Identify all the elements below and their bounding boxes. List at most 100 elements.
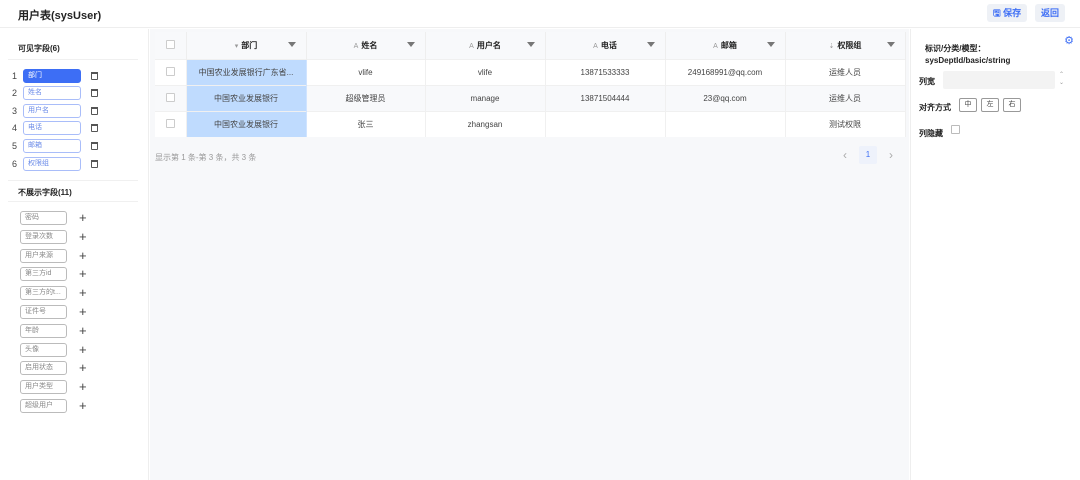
table-row: 中国农业发展银行 张三 zhangsan 测试权限 [155, 110, 906, 137]
table-cell[interactable]: 249168991@qq.com [665, 58, 786, 85]
field-tag[interactable]: 电话 [23, 121, 81, 136]
save-button[interactable]: 🖫 保存 [987, 4, 1028, 22]
visible-field-item[interactable]: 2 姓名 [12, 86, 98, 101]
field-tag[interactable]: 邮箱 [23, 138, 81, 153]
align-label: 对齐方式 [919, 103, 951, 112]
plus-icon[interactable]: + [79, 286, 87, 300]
table-cell[interactable] [665, 110, 786, 137]
trash-icon[interactable] [91, 71, 98, 80]
dropdown-icon[interactable] [886, 42, 895, 47]
column-header[interactable]: A 电话 [545, 32, 666, 59]
plus-icon[interactable]: + [79, 248, 87, 263]
trash-icon[interactable] [91, 89, 98, 98]
width-label: 列宽 [919, 77, 935, 86]
plus-icon[interactable]: + [79, 211, 87, 225]
table-cell[interactable]: 张三 [306, 110, 426, 137]
table-row: 中国农业发展银行 超级管理员 manage 13871504444 23@qq.com 运… [155, 84, 906, 111]
field-tag[interactable]: 部门 [23, 68, 81, 83]
dropdown-icon[interactable] [406, 42, 415, 47]
row-checkbox[interactable] [155, 58, 187, 85]
plus-icon[interactable]: + [79, 361, 87, 375]
field-tag[interactable]: 用户来源 [20, 248, 67, 263]
field-tag[interactable]: 登录次数 [20, 229, 67, 244]
column-header[interactable]: A 邮箱 [665, 32, 786, 59]
select-all-checkbox[interactable] [155, 32, 187, 59]
column-header[interactable]: ⇣ 权限组 [785, 32, 906, 59]
visible-field-item[interactable]: 1 部门 [12, 68, 98, 83]
gear-icon[interactable]: ⚙ [1064, 34, 1074, 47]
table-cell[interactable] [545, 110, 666, 137]
plus-icon[interactable]: + [79, 399, 87, 413]
plus-icon[interactable]: + [79, 267, 87, 281]
field-tag[interactable]: 超级用户 [20, 399, 67, 413]
plus-icon[interactable]: + [79, 229, 87, 244]
field-tag[interactable]: 年龄 [20, 323, 67, 338]
column-header[interactable]: A 用户名 [425, 32, 546, 59]
table-cell[interactable]: 运维人员 [785, 84, 906, 111]
table-cell[interactable]: 测试权限 [785, 110, 906, 137]
next-page-icon[interactable]: › [885, 148, 897, 162]
dropdown-icon[interactable] [287, 42, 296, 47]
dropdown-icon[interactable] [646, 42, 655, 47]
table-cell[interactable]: vlife [306, 58, 426, 85]
type-icon: A [353, 42, 359, 50]
table-cell[interactable]: 运维人员 [785, 58, 906, 85]
row-checkbox[interactable] [155, 110, 187, 137]
field-tag[interactable]: 用户名 [23, 103, 81, 118]
page-title: 用户表(sysUser) [18, 10, 102, 22]
dropdown-icon[interactable] [526, 42, 535, 47]
table-cell[interactable]: 超级管理员 [306, 84, 426, 111]
prev-page-icon[interactable]: ‹ [839, 148, 851, 162]
table-cell[interactable]: vlife [425, 58, 546, 85]
pagination-info: 显示第 1 条-第 3 条，共 3 条 [155, 153, 257, 162]
table-row: 中国农业发展银行广东省... vlife vlife 13871533333 24916… [155, 58, 906, 85]
table-cell[interactable]: manage [425, 84, 546, 111]
hidden-field-item: 用户类型 + [20, 380, 87, 395]
table-cell[interactable]: 13871504444 [545, 84, 666, 111]
field-tag[interactable]: 证件号 [20, 305, 67, 319]
table-cell[interactable]: 中国农业发展银行 [186, 110, 307, 137]
width-input[interactable] [943, 71, 1055, 89]
align-center-button[interactable]: 中 [959, 98, 977, 112]
plus-icon[interactable]: + [79, 323, 87, 338]
table-cell[interactable]: 中国农业发展银行广东省... [186, 58, 307, 85]
align-right-button[interactable]: 右 [1003, 98, 1021, 112]
hide-column-checkbox[interactable] [951, 125, 960, 134]
field-tag[interactable]: 密码 [20, 211, 67, 225]
field-tag[interactable]: 启用状态 [20, 361, 67, 376]
align-left-button[interactable]: 左 [981, 98, 999, 112]
type-icon: A [593, 42, 598, 50]
visible-field-item[interactable]: 3 用户名 [12, 103, 98, 118]
dropdown-icon[interactable] [766, 42, 775, 47]
column-header[interactable]: ▾ 部门 [186, 32, 307, 59]
table-cell[interactable]: 13871533333 [545, 58, 666, 85]
visible-field-item[interactable]: 5 邮箱 [12, 138, 98, 153]
plus-icon[interactable]: + [79, 380, 87, 394]
plus-icon[interactable]: + [79, 342, 87, 357]
hidden-field-item: 用户来源 + [20, 248, 87, 263]
trash-icon[interactable] [91, 106, 98, 115]
page-1-button[interactable]: 1 [859, 146, 877, 164]
table-cell[interactable]: zhangsan [425, 110, 546, 137]
trash-icon[interactable] [91, 124, 98, 133]
visible-fields-title: 可见字段(6) [18, 44, 60, 53]
plus-icon[interactable]: + [79, 305, 87, 319]
field-tag[interactable]: 用户类型 [20, 380, 67, 395]
column-header[interactable]: A 姓名 [306, 32, 426, 59]
width-stepper[interactable]: ⌃ ⌄ [1059, 71, 1064, 87]
trash-icon[interactable] [91, 141, 98, 150]
field-tag[interactable]: 头像 [20, 342, 67, 357]
hidden-field-item: 超级用户 + [20, 399, 87, 413]
table-cell[interactable]: 23@qq.com [665, 84, 786, 111]
field-tag[interactable]: 姓名 [23, 86, 81, 101]
field-tag[interactable]: 第三方的t... [20, 286, 67, 301]
field-tag[interactable]: 权限组 [23, 156, 81, 171]
field-tag[interactable]: 第三方id [20, 267, 67, 282]
row-checkbox[interactable] [155, 84, 187, 111]
table-cell[interactable]: 中国农业发展银行 [186, 84, 307, 111]
visible-field-item[interactable]: 4 电话 [12, 121, 98, 136]
trash-icon[interactable] [91, 159, 98, 168]
table-area: ▾ 部门 A 姓名 A 用户名 A 电话 A 邮箱 ⇣ 权限组 中国农业发展银行广东省... vlife… [150, 29, 909, 480]
visible-field-item[interactable]: 6 权限组 [12, 156, 98, 171]
back-button[interactable]: 返回 [1035, 4, 1066, 22]
